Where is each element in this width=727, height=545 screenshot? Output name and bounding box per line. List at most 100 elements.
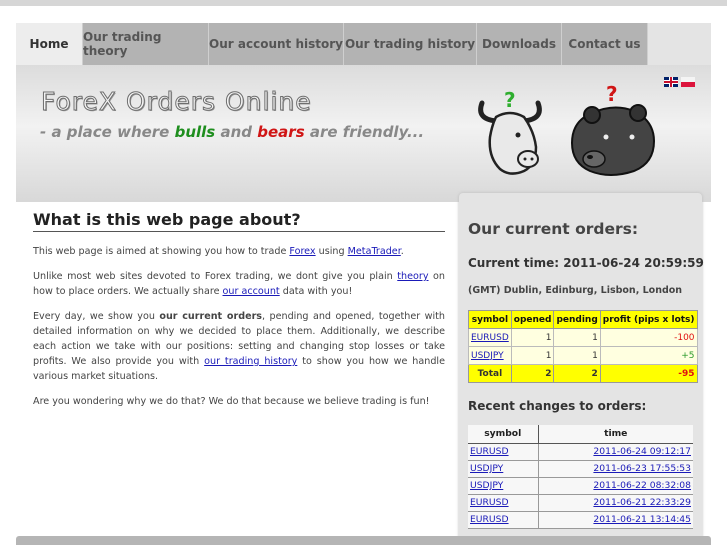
tab-home[interactable]: Home: [16, 23, 83, 65]
symbol-cell: USDJPY: [468, 346, 512, 365]
main-content: What is this web page about? This web pa…: [33, 210, 445, 419]
page-footer: [16, 536, 711, 545]
symbol-cell: EURUSD: [468, 328, 512, 347]
recent-changes-table: symbol time EURUSD 2011-06-24 09:12:17 U…: [468, 425, 693, 529]
tab-trading-theory[interactable]: Our trading theory: [83, 23, 209, 65]
time-cell: 2011-06-24 09:12:17: [538, 443, 693, 461]
text-fragment: Unlike most web sites devoted to Forex t…: [33, 271, 398, 282]
time-link[interactable]: 2011-06-21 22:33:29: [593, 497, 691, 508]
bear-head-icon: ?: [570, 82, 656, 176]
table-row: USDJPY 2011-06-23 17:55:53: [468, 460, 693, 478]
symbol-link[interactable]: USDJPY: [470, 480, 503, 491]
table-row: EURUSD 2011-06-21 13:14:45: [468, 511, 693, 529]
table-row: USDJPY 1 1 +5: [468, 346, 698, 365]
symbol-link[interactable]: USDJPY: [471, 351, 504, 361]
profit-cell: +5: [599, 346, 698, 365]
table-row: EURUSD 2011-06-21 22:33:29: [468, 494, 693, 512]
orders-title: Our current orders:: [468, 220, 639, 238]
table-row: USDJPY 2011-06-22 08:32:08: [468, 477, 693, 495]
site-tagline: - a place where bulls and bears are frie…: [40, 123, 424, 141]
pending-cell: 1: [553, 346, 601, 365]
poland-flag-icon[interactable]: [681, 77, 695, 87]
tagline-bears: bears: [257, 123, 305, 141]
table-header-row: symbol opened pending profit (pips x lot…: [468, 310, 698, 329]
symbol-link[interactable]: EURUSD: [470, 497, 509, 508]
text-fragment: This web page is aimed at showing you ho…: [33, 246, 290, 257]
time-link[interactable]: 2011-06-24 09:12:17: [593, 446, 691, 457]
tagline-prefix: - a place where: [40, 123, 170, 141]
text-fragment: data with you!: [279, 286, 353, 297]
link-our-account[interactable]: our account: [223, 286, 280, 297]
time-link[interactable]: 2011-06-22 08:32:08: [593, 480, 691, 491]
daily-paragraph: Every day, we show you our current order…: [33, 309, 445, 384]
table-row: EURUSD 1 1 -100: [468, 328, 698, 347]
time-cell: 2011-06-23 17:55:53: [538, 460, 693, 478]
symbol-link[interactable]: EURUSD: [471, 333, 509, 343]
main-nav: Home Our trading theory Our account hist…: [16, 23, 711, 65]
language-switcher: [664, 77, 695, 87]
page-title: What is this web page about?: [33, 210, 445, 232]
total-profit: -95: [599, 364, 698, 383]
time-link[interactable]: 2011-06-21 13:14:45: [593, 514, 691, 525]
tagline-and: and: [220, 123, 253, 141]
uk-flag-icon[interactable]: [664, 77, 678, 87]
profit-cell: -100: [599, 328, 698, 347]
bear-mark: ?: [606, 82, 618, 106]
intro-paragraph: This web page is aimed at showing you ho…: [33, 244, 445, 259]
pending-cell: 1: [553, 328, 601, 347]
col-symbol: symbol: [468, 310, 512, 329]
current-orders-table: symbol opened pending profit (pips x lot…: [468, 310, 698, 383]
bull-mark: ?: [504, 88, 516, 112]
text-fragment: Every day, we show you: [33, 311, 160, 322]
link-trading-history[interactable]: our trading history: [204, 356, 297, 367]
total-label: Total: [468, 364, 512, 383]
symbol-cell: USDJPY: [468, 477, 539, 495]
recent-changes-title: Recent changes to orders:: [468, 399, 647, 413]
bull-bear-illustration: ? ?: [478, 82, 656, 176]
total-row: Total 2 2 -95: [468, 364, 698, 383]
link-metatrader[interactable]: MetaTrader: [348, 246, 401, 257]
opened-cell: 1: [510, 328, 555, 347]
link-theory[interactable]: theory: [397, 271, 428, 282]
text-emphasis: our current orders: [159, 311, 263, 322]
symbol-cell: EURUSD: [468, 511, 539, 529]
site-logo[interactable]: ForeX Orders Online: [41, 87, 312, 117]
table-row: EURUSD 2011-06-24 09:12:17: [468, 443, 693, 461]
bull-head-icon: ?: [478, 88, 542, 175]
time-cell: 2011-06-21 13:14:45: [538, 511, 693, 529]
tab-contact-us[interactable]: Contact us: [562, 23, 648, 65]
table-header-row: symbol time: [468, 425, 693, 444]
symbol-cell: USDJPY: [468, 460, 539, 478]
symbol-link[interactable]: USDJPY: [470, 463, 503, 474]
link-forex[interactable]: Forex: [289, 246, 315, 257]
col-symbol: symbol: [468, 425, 539, 444]
timezone-label: (GMT) Dublin, Edinburg, Lisbon, London: [468, 285, 683, 296]
col-time: time: [538, 425, 693, 444]
col-pending: pending: [553, 310, 601, 329]
text-fragment: .: [400, 246, 404, 257]
symbol-link[interactable]: EURUSD: [470, 514, 509, 525]
theory-paragraph: Unlike most web sites devoted to Forex t…: [33, 269, 445, 299]
col-opened: opened: [510, 310, 555, 329]
symbol-link[interactable]: EURUSD: [470, 446, 509, 457]
tab-account-history[interactable]: Our account history: [209, 23, 344, 65]
symbol-cell: EURUSD: [468, 494, 539, 512]
time-cell: 2011-06-21 22:33:29: [538, 494, 693, 512]
site-header: ForeX Orders Online - a place where bull…: [16, 65, 711, 202]
top-bar: [0, 0, 727, 6]
total-pending: 2: [553, 364, 601, 383]
orders-sidebar: Our current orders: Current time: 2011-0…: [459, 193, 704, 545]
closing-paragraph: Are you wondering why we do that? We do …: [33, 396, 430, 407]
time-link[interactable]: 2011-06-23 17:55:53: [593, 463, 691, 474]
total-opened: 2: [510, 364, 555, 383]
opened-cell: 1: [510, 346, 555, 365]
symbol-cell: EURUSD: [468, 443, 539, 461]
tab-downloads[interactable]: Downloads: [477, 23, 562, 65]
col-profit: profit (pips x lots): [599, 310, 698, 329]
text-fragment: using: [315, 246, 348, 257]
time-cell: 2011-06-22 08:32:08: [538, 477, 693, 495]
tagline-suffix: are friendly...: [309, 123, 425, 141]
tab-trading-history[interactable]: Our trading history: [344, 23, 477, 65]
current-time: Current time: 2011-06-24 20:59:59: [468, 256, 704, 270]
tagline-bulls: bulls: [174, 123, 216, 141]
